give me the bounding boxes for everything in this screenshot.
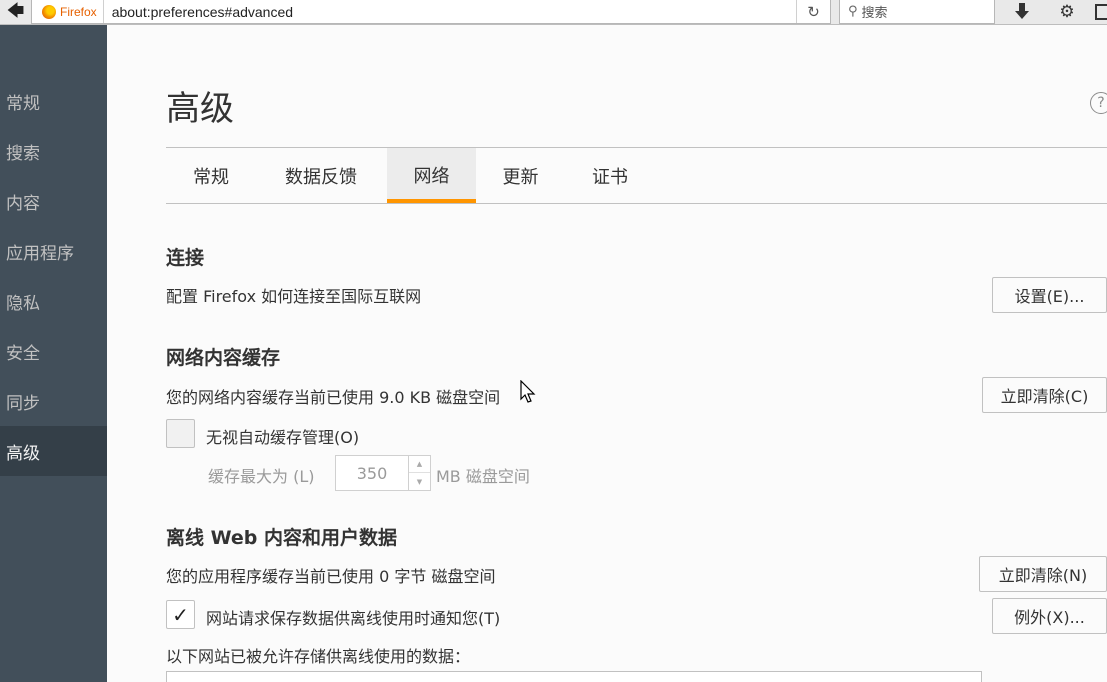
cache-heading: 网络内容缓存: [166, 347, 281, 369]
tab-network[interactable]: 网络: [387, 148, 476, 203]
override-cache-checkbox[interactable]: [166, 419, 195, 448]
sidebar-item-privacy[interactable]: 隐私: [0, 276, 107, 326]
sidebar-item-sync[interactable]: 同步: [0, 376, 107, 426]
preferences-pane: 高级 ? 常规 数据反馈 网络 更新 证书 连接 配置 Firefox 如何连接…: [107, 25, 1107, 682]
tab-general[interactable]: 常规: [166, 148, 256, 203]
library-icon[interactable]: [1092, 0, 1107, 24]
override-cache-label[interactable]: 无视自动缓存管理(O): [206, 424, 359, 448]
tab-update[interactable]: 更新: [476, 148, 565, 203]
identity-box[interactable]: Firefox: [32, 0, 104, 23]
chevron-down-icon[interactable]: ▼: [409, 473, 430, 490]
sidebar-item-applications[interactable]: 应用程序: [0, 226, 107, 276]
identity-label: Firefox: [60, 4, 97, 19]
mouse-cursor-icon: [520, 380, 536, 403]
offline-list-label: 以下网站已被允许存储供离线使用的数据：: [166, 647, 471, 666]
page-title: 高级: [166, 89, 234, 129]
sidebar-item-search[interactable]: 搜索: [0, 126, 107, 176]
offline-notify-label[interactable]: 网站请求保存数据供离线使用时通知您(T): [206, 605, 500, 629]
tab-data-choices[interactable]: 数据反馈: [256, 148, 386, 203]
checkmark-icon: ✓: [172, 602, 189, 627]
connection-desc: 配置 Firefox 如何连接至国际互联网: [166, 287, 422, 306]
download-icon[interactable]: [1010, 0, 1034, 24]
sidebar: 常规 搜索 内容 应用程序 隐私 安全 同步 高级: [0, 25, 107, 682]
offline-sites-list[interactable]: [166, 671, 982, 682]
advanced-tabs: 常规 数据反馈 网络 更新 证书: [166, 147, 1107, 204]
chevron-up-icon[interactable]: ▲: [409, 456, 430, 473]
url-text[interactable]: about:preferences#advanced: [104, 4, 796, 20]
gear-icon[interactable]: ⚙: [1054, 0, 1080, 24]
offline-notify-checkbox[interactable]: ✓: [166, 600, 195, 629]
help-icon[interactable]: ?: [1090, 92, 1107, 114]
back-arrow-icon[interactable]: 🡄: [0, 0, 31, 24]
stepper-arrows: ▲ ▼: [408, 456, 430, 490]
search-input[interactable]: ⚲ 搜索: [839, 0, 995, 24]
sidebar-item-general[interactable]: 常规: [0, 76, 107, 126]
offline-exceptions-button[interactable]: 例外(X)...: [992, 598, 1107, 634]
offline-heading: 离线 Web 内容和用户数据: [166, 527, 397, 549]
sidebar-item-advanced[interactable]: 高级: [0, 426, 107, 476]
url-bar[interactable]: Firefox about:preferences#advanced ↻: [31, 0, 831, 24]
cache-size-stepper[interactable]: 350 ▲ ▼: [335, 455, 431, 491]
sidebar-item-security[interactable]: 安全: [0, 326, 107, 376]
connection-settings-button[interactable]: 设置(E)...: [992, 277, 1107, 313]
clear-cache-button[interactable]: 立即清除(C): [982, 377, 1107, 413]
connection-heading: 连接: [166, 247, 205, 269]
cache-limit-label: 缓存最大为 (L): [208, 467, 315, 486]
search-icon: ⚲: [848, 4, 858, 19]
tab-certificates[interactable]: 证书: [565, 148, 655, 203]
offline-desc: 您的应用程序缓存当前已使用 0 字节 磁盘空间: [166, 567, 496, 586]
reload-icon[interactable]: ↻: [796, 0, 830, 23]
firefox-logo-icon: [42, 4, 56, 19]
clear-offline-button[interactable]: 立即清除(N): [979, 556, 1107, 592]
cache-desc: 您的网络内容缓存当前已使用 9.0 KB 磁盘空间: [166, 388, 501, 407]
cache-size-value[interactable]: 350: [336, 456, 408, 490]
browser-toolbar: 🡄 Firefox about:preferences#advanced ↻ ⚲…: [0, 0, 1107, 25]
search-placeholder: 搜索: [861, 6, 888, 21]
sidebar-item-content[interactable]: 内容: [0, 176, 107, 226]
cache-limit-unit: MB 磁盘空间: [436, 467, 530, 486]
